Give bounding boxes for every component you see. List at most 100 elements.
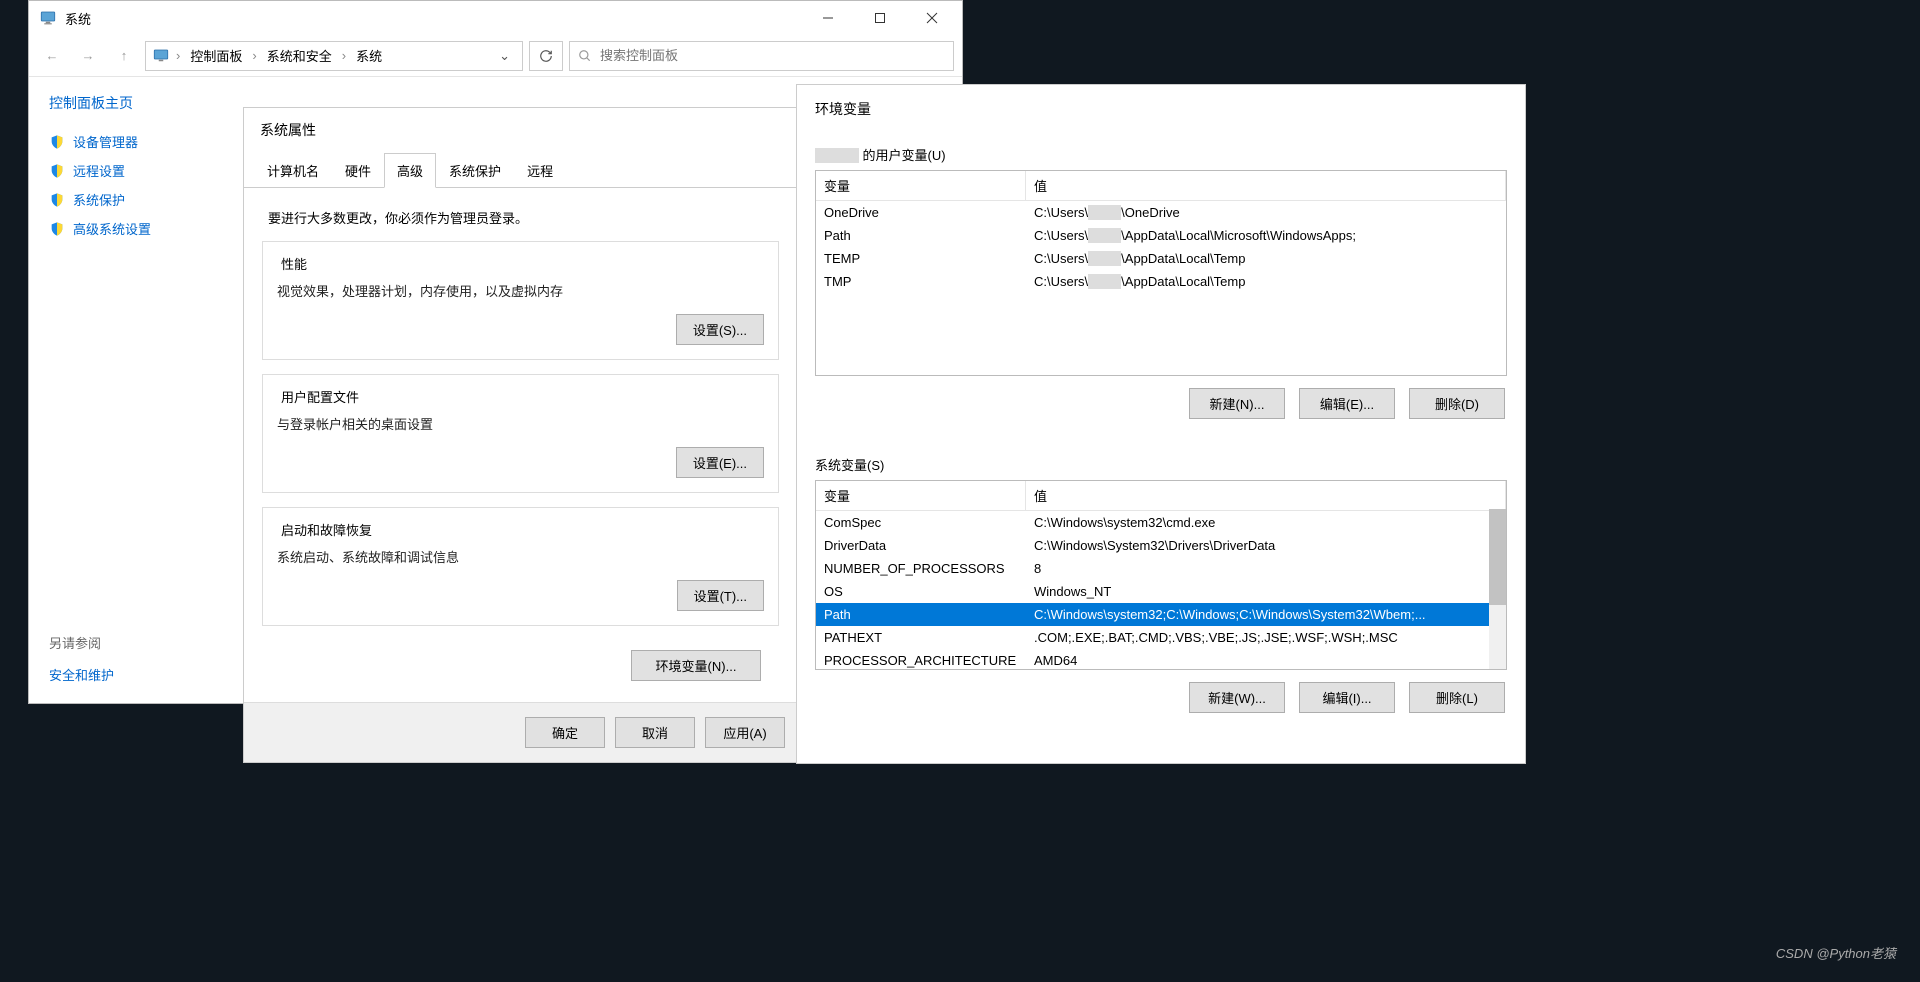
group-title: 用户配置文件 (277, 387, 764, 406)
dialog-title: 系统属性 (244, 108, 797, 152)
sidebar-item-device-manager[interactable]: 设备管理器 (49, 127, 209, 156)
cell-value: 8 (1026, 559, 1506, 578)
breadcrumb[interactable]: › 控制面板 › 系统和安全 › 系统 ⌄ (145, 41, 523, 71)
env-dialog: 环境变量 xxx的用户变量(U) 变量 值 OneDriveC:\Users\x… (796, 84, 1526, 764)
sys-vars-table[interactable]: 变量 值 ComSpecC:\Windows\system32\cmd.exeD… (815, 480, 1507, 670)
delete-button[interactable]: 删除(D) (1409, 388, 1505, 419)
cell-variable: ComSpec (816, 513, 1026, 532)
user-vars-label: xxx的用户变量(U) (815, 139, 1507, 170)
cell-value: C:\Windows\system32;C:\Windows;C:\Window… (1026, 605, 1506, 624)
tab-protection[interactable]: 系统保护 (436, 153, 514, 188)
group-desc: 与登录帐户相关的桌面设置 (277, 406, 764, 447)
cancel-button[interactable]: 取消 (615, 717, 695, 748)
search-input[interactable] (600, 48, 945, 63)
sidebar-item-advanced[interactable]: 高级系统设置 (49, 214, 209, 243)
close-button[interactable] (906, 2, 958, 34)
chevron-down-icon[interactable]: ⌄ (493, 48, 516, 64)
col-value[interactable]: 值 (1026, 171, 1506, 200)
sys-vars-label: 系统变量(S) (815, 449, 1507, 480)
window-title: 系统 (65, 9, 802, 28)
refresh-button[interactable] (529, 41, 563, 71)
cell-value: C:\Users\xx\OneDrive (1026, 203, 1506, 222)
cell-variable: TMP (816, 272, 1026, 291)
computer-icon (152, 47, 170, 65)
titlebar[interactable]: 系统 (29, 1, 962, 35)
breadcrumb-item[interactable]: 控制面板 (186, 44, 246, 67)
cell-variable: Path (816, 226, 1026, 245)
cell-variable: DriverData (816, 536, 1026, 555)
table-row[interactable]: OneDriveC:\Users\xx\OneDrive (816, 201, 1506, 224)
scroll-thumb[interactable] (1489, 509, 1506, 605)
new-button[interactable]: 新建(N)... (1189, 388, 1285, 419)
table-row[interactable]: PathC:\Windows\system32;C:\Windows;C:\Wi… (816, 603, 1506, 626)
tab-remote[interactable]: 远程 (514, 153, 566, 188)
col-variable[interactable]: 变量 (816, 481, 1026, 510)
tab-hardware[interactable]: 硬件 (332, 153, 384, 188)
admin-note: 要进行大多数更改，你必须作为管理员登录。 (262, 202, 779, 241)
table-row[interactable]: ComSpecC:\Windows\system32\cmd.exe (816, 511, 1506, 534)
env-vars-button[interactable]: 环境变量(N)... (631, 650, 761, 681)
table-row[interactable]: PROCESSOR_ARCHITECTUREAMD64 (816, 649, 1506, 670)
minimize-button[interactable] (802, 2, 854, 34)
dialog-buttons: 确定 取消 应用(A) (244, 702, 797, 762)
edit-button[interactable]: 编辑(E)... (1299, 388, 1395, 419)
new-button[interactable]: 新建(W)... (1189, 682, 1285, 713)
search-box[interactable] (569, 41, 954, 71)
col-variable[interactable]: 变量 (816, 171, 1026, 200)
system-properties-dialog: 系统属性 计算机名 硬件 高级 系统保护 远程 要进行大多数更改，你必须作为管理… (243, 107, 798, 763)
group-title: 启动和故障恢复 (277, 520, 764, 539)
table-header: 变量 值 (816, 171, 1506, 201)
cell-value: .COM;.EXE;.BAT;.CMD;.VBS;.VBE;.JS;.JSE;.… (1026, 628, 1506, 647)
sidebar-heading[interactable]: 控制面板主页 (49, 93, 209, 113)
ok-button[interactable]: 确定 (525, 717, 605, 748)
group-user-profiles: 用户配置文件 与登录帐户相关的桌面设置 设置(E)... (262, 374, 779, 493)
forward-button[interactable]: → (73, 41, 103, 71)
username-redacted: xx (1088, 228, 1121, 243)
user-vars-table[interactable]: 变量 值 OneDriveC:\Users\xx\OneDrivePathC:\… (815, 170, 1507, 376)
see-also: 另请参阅 安全和维护 (49, 633, 114, 687)
settings-button[interactable]: 设置(S)... (676, 314, 764, 345)
settings-button[interactable]: 设置(T)... (677, 580, 764, 611)
delete-button[interactable]: 删除(L) (1409, 682, 1505, 713)
back-button[interactable]: ← (37, 41, 67, 71)
cell-variable: OneDrive (816, 203, 1026, 222)
username-redacted: xx (1088, 274, 1121, 289)
nav-bar: ← → ↑ › 控制面板 › 系统和安全 › 系统 ⌄ (29, 35, 962, 77)
watermark: CSDN @Python老猿 (1776, 943, 1896, 962)
table-row[interactable]: PATHEXT.COM;.EXE;.BAT;.CMD;.VBS;.VBE;.JS… (816, 626, 1506, 649)
settings-button[interactable]: 设置(E)... (676, 447, 764, 478)
cell-variable: PATHEXT (816, 628, 1026, 647)
maximize-button[interactable] (854, 2, 906, 34)
sidebar-item-protection[interactable]: 系统保护 (49, 185, 209, 214)
breadcrumb-item[interactable]: 系统和安全 (263, 44, 336, 67)
table-row[interactable]: OSWindows_NT (816, 580, 1506, 603)
breadcrumb-item[interactable]: 系统 (352, 44, 386, 67)
table-row[interactable]: PathC:\Users\xx\AppData\Local\Microsoft\… (816, 224, 1506, 247)
sidebar-item-remote[interactable]: 远程设置 (49, 156, 209, 185)
chevron-right-icon: › (174, 48, 182, 63)
cell-value: C:\Users\xx\AppData\Local\Microsoft\Wind… (1026, 226, 1506, 245)
apply-button[interactable]: 应用(A) (705, 717, 785, 748)
col-value[interactable]: 值 (1026, 481, 1506, 510)
shield-icon (49, 221, 65, 237)
tabs: 计算机名 硬件 高级 系统保护 远程 (244, 152, 797, 188)
cell-value: C:\Users\xx\AppData\Local\Temp (1026, 249, 1506, 268)
table-row[interactable]: DriverDataC:\Windows\System32\Drivers\Dr… (816, 534, 1506, 557)
see-also-link[interactable]: 安全和维护 (49, 662, 114, 687)
edit-button[interactable]: 编辑(I)... (1299, 682, 1395, 713)
cell-variable: NUMBER_OF_PROCESSORS (816, 559, 1026, 578)
table-row[interactable]: NUMBER_OF_PROCESSORS8 (816, 557, 1506, 580)
scrollbar[interactable] (1489, 509, 1506, 669)
table-row[interactable]: TEMPC:\Users\xx\AppData\Local\Temp (816, 247, 1506, 270)
dialog-body: 要进行大多数更改，你必须作为管理员登录。 性能 视觉效果，处理器计划，内存使用，… (244, 188, 797, 705)
username-redacted: xx (1088, 251, 1121, 266)
shield-icon (49, 192, 65, 208)
sys-buttons: 新建(W)... 编辑(I)... 删除(L) (815, 670, 1507, 731)
tab-advanced[interactable]: 高级 (384, 153, 436, 188)
tab-computer-name[interactable]: 计算机名 (254, 153, 332, 188)
chevron-right-icon: › (250, 48, 258, 63)
cell-value: C:\Windows\System32\Drivers\DriverData (1026, 536, 1506, 555)
table-row[interactable]: TMPC:\Users\xx\AppData\Local\Temp (816, 270, 1506, 293)
up-button[interactable]: ↑ (109, 41, 139, 71)
group-startup-recovery: 启动和故障恢复 系统启动、系统故障和调试信息 设置(T)... (262, 507, 779, 626)
